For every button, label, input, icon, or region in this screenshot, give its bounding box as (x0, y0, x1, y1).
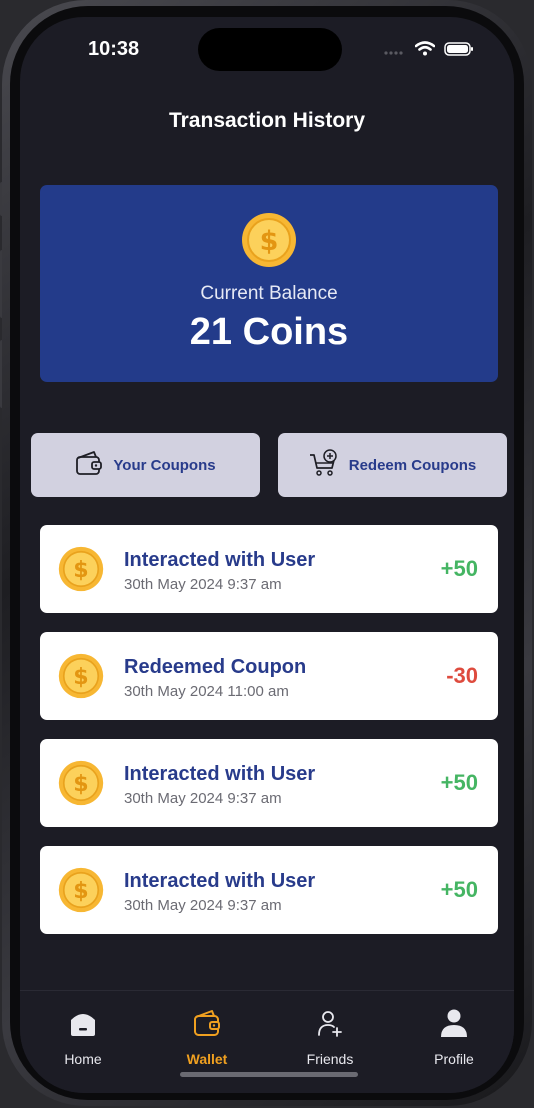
svg-text:$: $ (73, 557, 88, 583)
tab-label: Profile (434, 1051, 474, 1067)
transaction-amount: +50 (440, 770, 478, 795)
wifi-icon (414, 41, 436, 61)
transaction-title: Interacted with User (124, 870, 316, 892)
coin-icon: $ (58, 760, 104, 811)
redeem-coupons-button[interactable]: Redeem Coupons (278, 433, 507, 497)
tab-friends[interactable]: Friends (280, 991, 380, 1067)
coin-icon: $ (58, 867, 104, 918)
tab-bar: Home Wallet Friends Profile (20, 990, 514, 1093)
svg-text:$: $ (73, 878, 88, 904)
transaction-date: 30th May 2024 9:37 am (124, 790, 282, 807)
cellular-icon (384, 42, 406, 60)
dynamic-island (198, 28, 342, 71)
wallet-icon (75, 450, 103, 480)
coin-icon: $ (58, 653, 104, 704)
tab-label: Home (64, 1051, 102, 1067)
tab-label: Wallet (186, 1051, 228, 1067)
transaction-amount: +50 (440, 877, 478, 902)
transaction-title: Redeemed Coupon (124, 656, 307, 678)
svg-text:$: $ (73, 664, 88, 690)
tab-profile[interactable]: Profile (404, 991, 504, 1067)
status-bar: 10:38 (20, 17, 514, 79)
battery-icon (444, 41, 474, 61)
transaction-date: 30th May 2024 11:00 am (124, 683, 289, 700)
transaction-card[interactable]: $ Redeemed Coupon 30th May 2024 11:00 am… (40, 632, 498, 720)
svg-text:$: $ (73, 771, 88, 797)
profile-icon (439, 1008, 469, 1043)
transaction-date: 30th May 2024 9:37 am (124, 897, 282, 914)
cart-add-icon (309, 449, 339, 481)
friends-icon (315, 1008, 345, 1043)
balance-label: Current Balance (200, 283, 338, 304)
wallet-icon (192, 1008, 222, 1043)
transaction-title: Interacted with User (124, 549, 316, 571)
home-indicator[interactable] (180, 1072, 358, 1077)
tab-wallet[interactable]: Wallet (157, 991, 257, 1067)
balance-value: 21 Coins (189, 311, 349, 353)
tab-home[interactable]: Home (33, 991, 133, 1067)
coin-icon: $ (58, 546, 104, 597)
redeem-coupons-label: Redeem Coupons (348, 456, 477, 474)
page-title: Transaction History (168, 109, 366, 132)
phone-screen: 10:38 Transaction History $ Current Bala… (20, 17, 514, 1093)
transaction-date: 30th May 2024 9:37 am (124, 576, 282, 593)
status-time: 10:38 (88, 38, 140, 60)
tab-label: Friends (306, 1051, 354, 1067)
your-coupons-button[interactable]: Your Coupons (31, 433, 260, 497)
transaction-card[interactable]: $ Interacted with User 30th May 2024 9:3… (40, 846, 498, 934)
transaction-title: Interacted with User (124, 763, 316, 785)
svg-text:$: $ (260, 226, 279, 257)
status-icons (384, 41, 474, 61)
transaction-amount: -30 (446, 663, 478, 688)
transaction-card[interactable]: $ Interacted with User 30th May 2024 9:3… (40, 525, 498, 613)
transaction-amount: +50 (440, 556, 478, 581)
coin-icon: $ (241, 212, 297, 273)
balance-card: $ Current Balance 21 Coins (40, 185, 498, 382)
home-icon (68, 1008, 98, 1043)
your-coupons-label: Your Coupons (113, 456, 216, 474)
transaction-card[interactable]: $ Interacted with User 30th May 2024 9:3… (40, 739, 498, 827)
